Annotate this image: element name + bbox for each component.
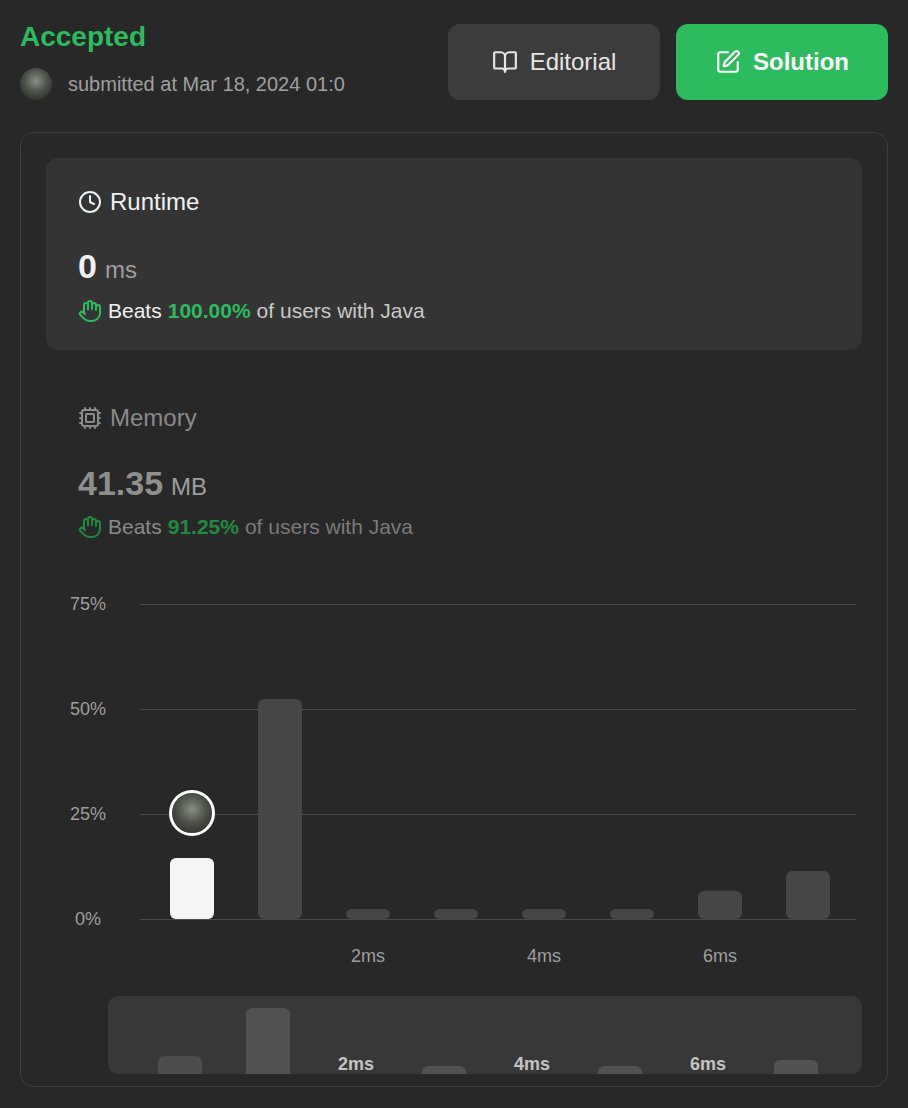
marker: [169, 790, 215, 836]
minimap-tick: 4ms: [514, 1053, 550, 1074]
minimap-bar: [246, 1008, 290, 1074]
grid-line: [140, 709, 856, 710]
minimap-bar: [422, 1066, 466, 1074]
histogram-bar[interactable]: [786, 871, 830, 919]
chart-minimap[interactable]: 2ms 4ms 6ms: [108, 996, 862, 1074]
editorial-button[interactable]: Editorial: [448, 24, 660, 100]
user-avatar: [20, 68, 52, 100]
y-tick: 25%: [46, 800, 130, 828]
submitted-row: submitted at Mar 18, 2024 01:0: [20, 68, 345, 100]
memory-card[interactable]: Memory 41.35 MB Beats91.25%of users with Ja…: [46, 350, 862, 541]
edit-icon: [715, 49, 741, 75]
header-buttons: EditorialSolution: [448, 24, 888, 100]
minimap-bar: [158, 1056, 202, 1074]
solution-button[interactable]: Solution: [676, 24, 888, 100]
plot-area: [140, 604, 856, 919]
y-tick: 75%: [46, 590, 130, 618]
stat-unit: ms: [105, 256, 137, 284]
stat-beats-row: Beats100.00%of users with Java: [78, 297, 830, 325]
histogram-bar[interactable]: [698, 891, 742, 919]
stat-value: 41.35: [78, 463, 163, 503]
beats-label: Beats: [108, 513, 162, 541]
stat-value-row: 41.35 MB: [78, 463, 830, 503]
bar-chart: [140, 604, 856, 920]
x-tick: 2ms: [351, 944, 385, 968]
x-axis: 2ms 4ms 6ms: [148, 944, 862, 968]
histogram-bar[interactable]: [258, 699, 302, 919]
y-tick: 0%: [46, 905, 130, 933]
stat-value: 0: [78, 246, 97, 286]
histogram-bar[interactable]: [434, 909, 478, 919]
minimap-tick: 6ms: [690, 1053, 726, 1074]
grid-line: [140, 814, 856, 815]
stat-title: Runtime: [110, 188, 199, 216]
clock-icon: [78, 190, 102, 214]
minimap-tick: 2ms: [338, 1053, 374, 1074]
x-tick: 6ms: [703, 944, 737, 968]
stat-value-row: 0 ms: [78, 246, 830, 286]
stat-unit: MB: [171, 473, 207, 501]
runtime-card[interactable]: Runtime 0 ms Beats100.00%of users with Java: [46, 158, 862, 350]
y-tick: 50%: [46, 695, 130, 723]
result-panel: Runtime0msBeats100.00%of users with Java…: [20, 132, 888, 1087]
stat-title: Memory: [110, 404, 197, 432]
beats-percent: 100.00%: [168, 297, 251, 325]
x-tick: 4ms: [527, 944, 561, 968]
histogram-bar[interactable]: [610, 909, 654, 919]
stat-title-row: Runtime: [78, 188, 830, 216]
beats-label: Beats: [108, 297, 162, 325]
cpu-icon: [78, 406, 102, 430]
histogram-bar[interactable]: [522, 909, 566, 919]
header: Accepted submitted at Mar 18, 2024 01:0 Ed…: [0, 0, 908, 100]
minimap-bar: [598, 1066, 642, 1074]
beats-suffix: of users with Java: [257, 297, 425, 325]
submission-page: Accepted submitted at Mar 18, 2024 01:0 Ed…: [0, 0, 908, 1108]
submitted-text: submitted at Mar 18, 2024 01:0: [68, 72, 345, 96]
minimap-bar: [774, 1060, 818, 1074]
stat-title-row: Memory: [78, 404, 830, 432]
beats-suffix: of users with Java: [245, 513, 413, 541]
grid-line: [140, 919, 856, 920]
book-icon: [492, 49, 518, 75]
beats-percent: 91.25%: [168, 513, 239, 541]
distribution-chart: 75% 50% 25% 0% 2ms 4ms 6ms 2ms 4ms 6ms: [46, 590, 862, 1074]
grid-line: [140, 604, 856, 605]
y-axis: 75% 50% 25% 0%: [46, 590, 140, 933]
marker-avatar: [169, 790, 215, 836]
clap-icon: [78, 515, 102, 539]
histogram-bar[interactable]: [170, 858, 214, 919]
histogram-bar[interactable]: [346, 909, 390, 919]
status-text: Accepted: [20, 23, 345, 51]
clap-icon: [78, 299, 102, 323]
stat-beats-row: Beats91.25%of users with Java: [78, 513, 830, 541]
